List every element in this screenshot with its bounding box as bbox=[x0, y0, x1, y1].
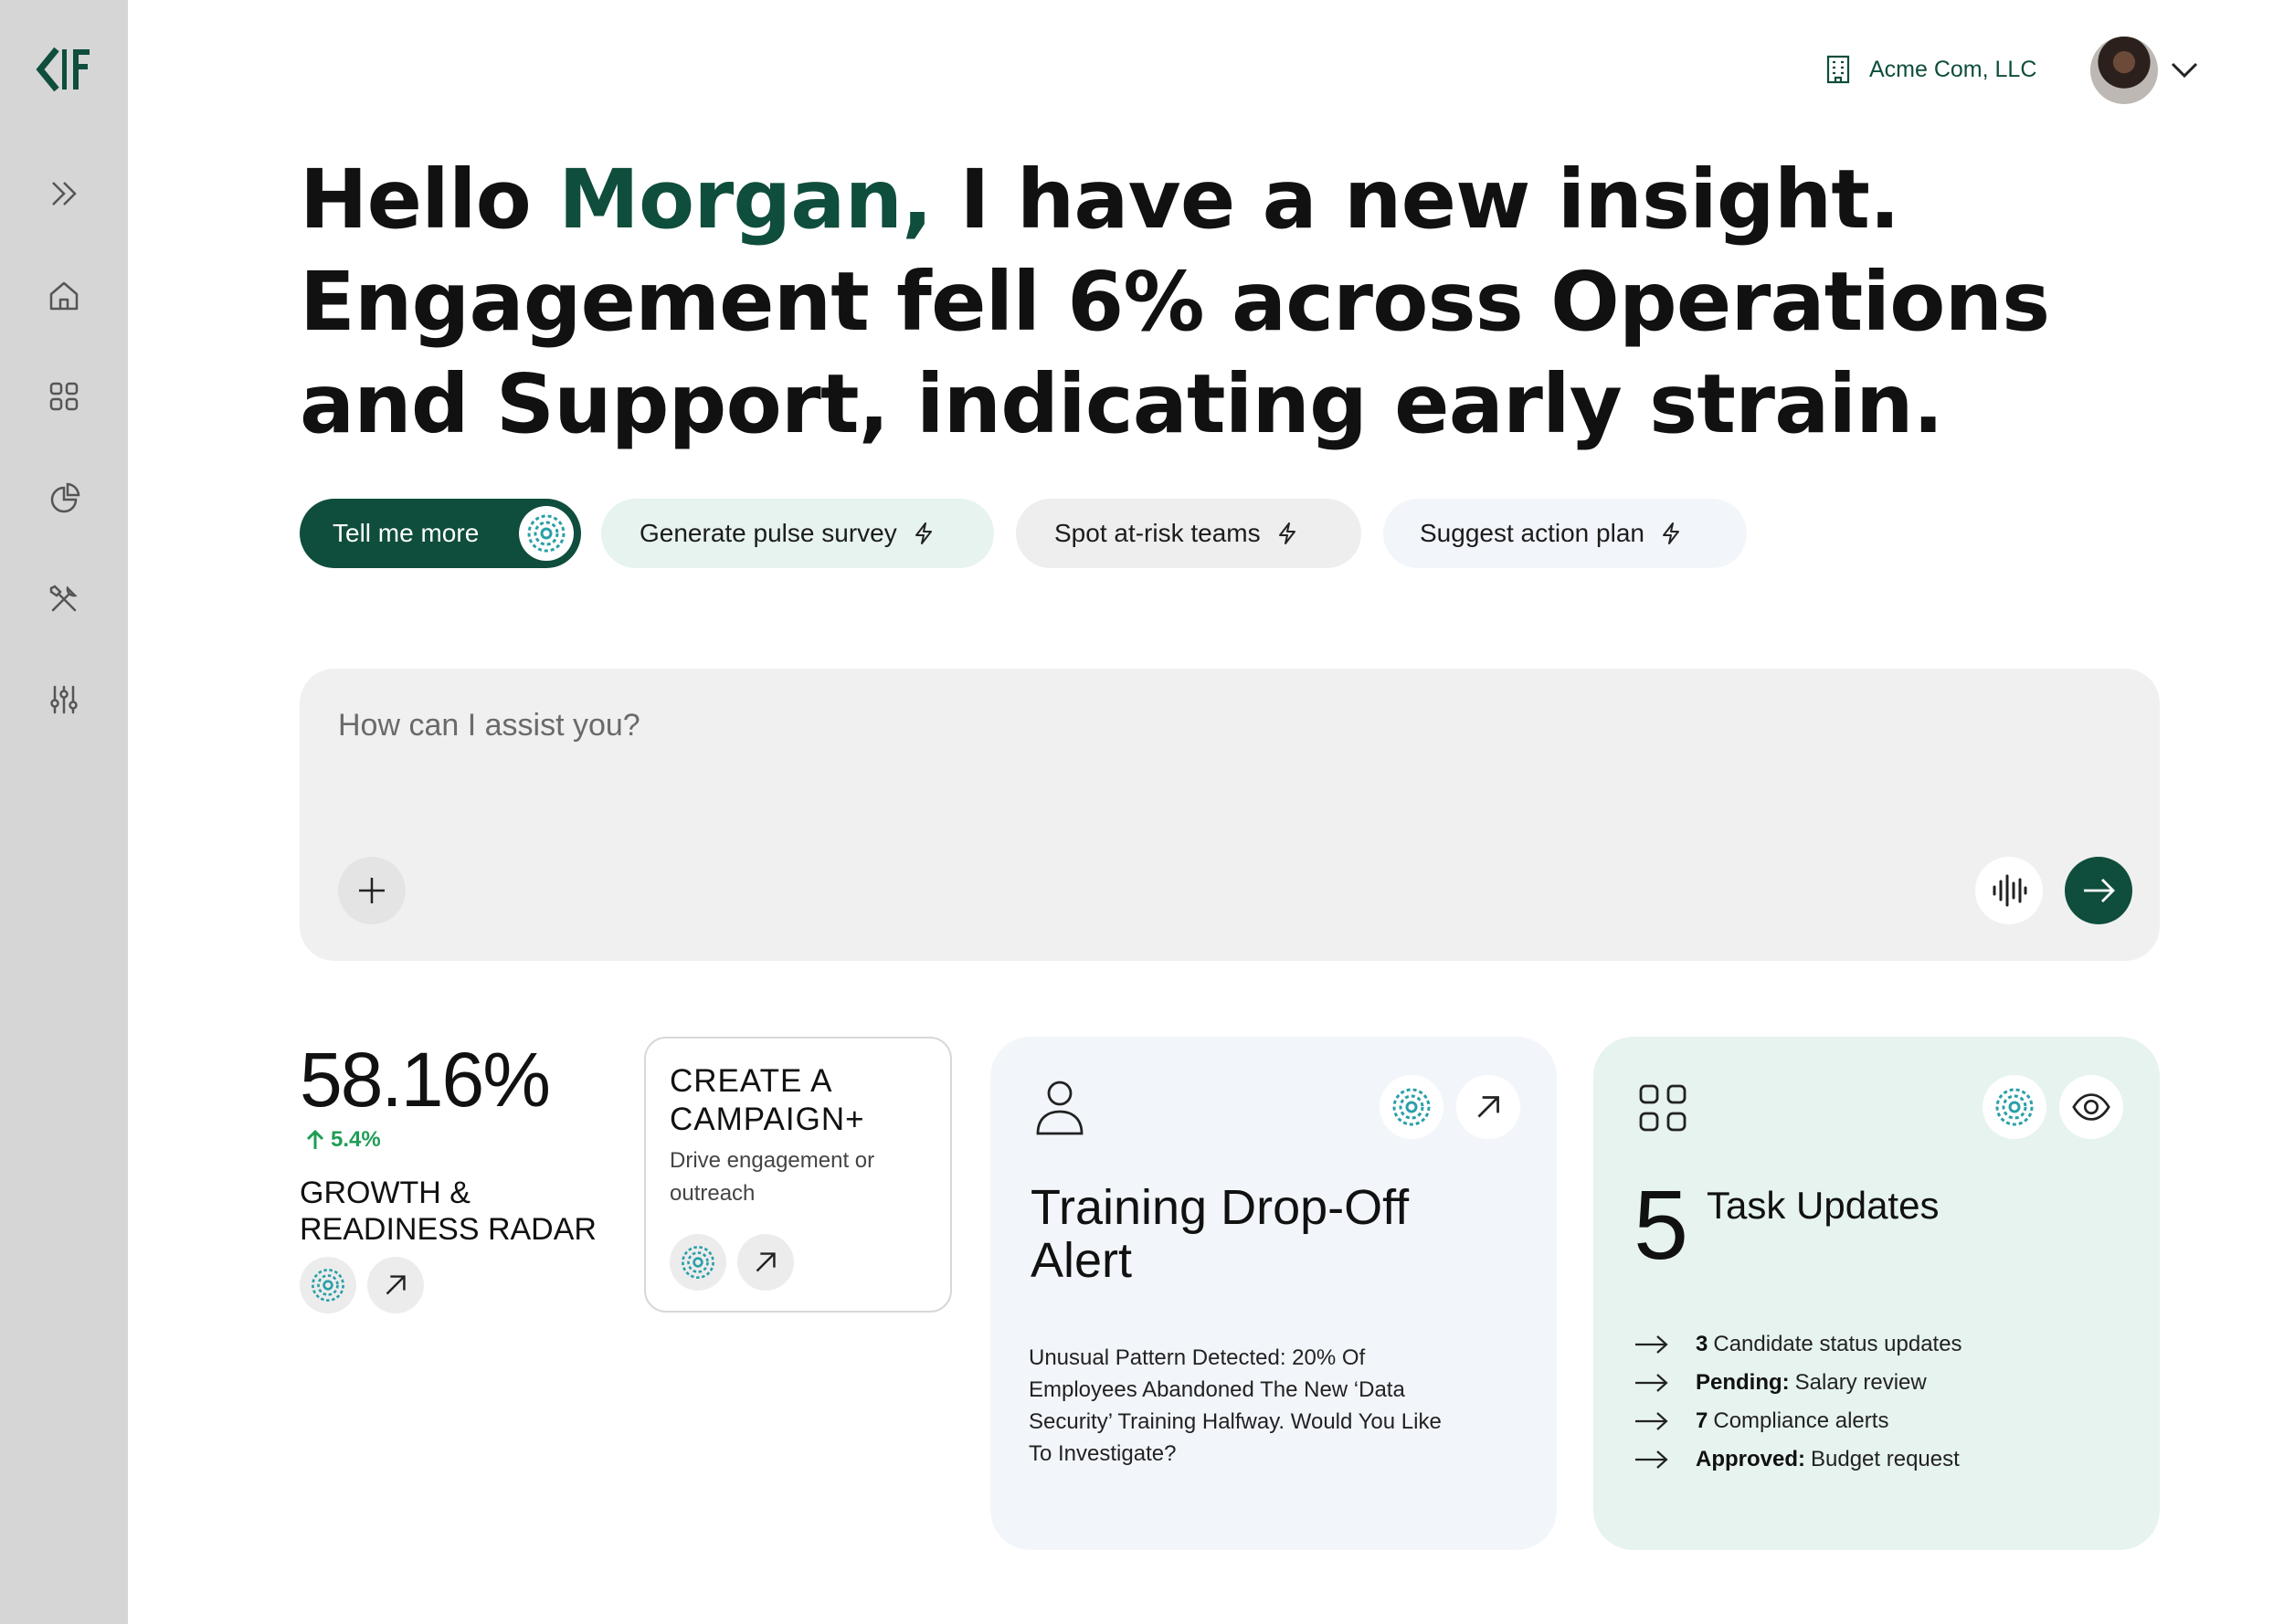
expand-icon[interactable] bbox=[40, 170, 88, 217]
arrow-right-icon bbox=[1635, 1374, 1668, 1392]
user-icon bbox=[1036, 1081, 1084, 1135]
avatar[interactable] bbox=[2090, 37, 2158, 104]
tell-me-more-label: Tell me more bbox=[333, 519, 480, 547]
bolt-icon bbox=[1662, 522, 1679, 544]
company-switcher[interactable]: Acme Com, LLC bbox=[1822, 51, 2036, 88]
campaign-description: Drive engagement or outreach bbox=[670, 1148, 875, 1206]
training-title: Training Drop-Off Alert bbox=[1031, 1180, 1410, 1288]
send-button[interactable] bbox=[2065, 857, 2132, 924]
arrow-right-icon bbox=[1635, 1335, 1668, 1354]
ai-orb-icon bbox=[682, 1246, 714, 1279]
campaign-ai-button[interactable] bbox=[670, 1234, 726, 1291]
voice-input-button[interactable] bbox=[1975, 857, 2043, 924]
growth-open-button[interactable] bbox=[367, 1257, 424, 1313]
ai-orb-icon bbox=[1392, 1088, 1431, 1126]
campaign-title: CREATE A CAMPAIGN+ bbox=[670, 1063, 865, 1137]
grid-icon bbox=[1639, 1084, 1687, 1132]
bolt-icon bbox=[1278, 522, 1295, 544]
company-name: Acme Com, LLC bbox=[1869, 56, 2037, 82]
task-updates-label: Task Updates bbox=[1707, 1184, 1940, 1227]
campaign-open-button[interactable] bbox=[737, 1234, 794, 1291]
task-item-text: Candidate status updates bbox=[1713, 1332, 1962, 1356]
pie-chart-icon[interactable] bbox=[40, 475, 88, 522]
assistant-input[interactable] bbox=[338, 698, 2074, 753]
create-campaign-card[interactable]: CREATE A CAMPAIGN+ Drive engagement or o… bbox=[644, 1037, 952, 1313]
growth-change-value: 5.4% bbox=[331, 1127, 381, 1152]
arrow-up-right-icon bbox=[386, 1275, 406, 1295]
sliders-icon[interactable] bbox=[40, 676, 88, 723]
ai-orb-icon bbox=[1995, 1088, 2034, 1126]
task-item[interactable]: Pending: Salary review bbox=[1634, 1364, 1962, 1402]
task-item[interactable]: 3 Candidate status updates bbox=[1634, 1325, 1962, 1364]
sidebar bbox=[0, 0, 128, 1624]
spot-at-risk-teams-button[interactable]: Spot at-risk teams bbox=[1016, 499, 1361, 568]
growth-value: 58.16% bbox=[300, 1037, 551, 1123]
tools-icon[interactable] bbox=[40, 575, 88, 623]
chevron-down-icon[interactable] bbox=[2167, 55, 2202, 86]
task-list: 3 Candidate status updates Pending: Salary… bbox=[1634, 1325, 1962, 1479]
arrow-right-icon bbox=[1635, 1412, 1668, 1430]
task-item[interactable]: Approved: Budget request bbox=[1634, 1440, 1962, 1479]
ai-orb-icon bbox=[312, 1269, 344, 1302]
growth-actions bbox=[300, 1257, 424, 1313]
growth-ai-button[interactable] bbox=[300, 1257, 356, 1313]
arrow-up-icon bbox=[306, 1129, 324, 1149]
logo-icon[interactable] bbox=[35, 46, 93, 93]
task-updates-card: 5 Task Updates 3 Candidate status updates… bbox=[1593, 1037, 2160, 1550]
arrow-up-right-icon bbox=[1477, 1096, 1499, 1118]
tasks-view-button[interactable] bbox=[2059, 1075, 2123, 1139]
ai-orb-icon bbox=[519, 506, 574, 561]
eye-icon bbox=[2072, 1093, 2110, 1121]
task-item-text: Salary review bbox=[1794, 1370, 1927, 1395]
arrow-right-icon bbox=[2084, 879, 2115, 902]
task-item-bold: 3 bbox=[1696, 1332, 1708, 1356]
suggest-action-plan-button[interactable]: Suggest action plan bbox=[1383, 499, 1747, 568]
generate-pulse-survey-label: Generate pulse survey bbox=[640, 519, 897, 547]
arrow-up-right-icon bbox=[756, 1252, 776, 1272]
task-item-bold: Pending: bbox=[1696, 1370, 1790, 1395]
assistant-box bbox=[300, 669, 2160, 961]
task-item-text: Budget request bbox=[1811, 1447, 1960, 1471]
task-item-bold: 7 bbox=[1696, 1408, 1708, 1433]
training-body: Unusual Pattern Detected: 20% Of Employe… bbox=[1029, 1345, 1442, 1466]
grid-icon[interactable] bbox=[40, 373, 88, 420]
tell-me-more-button[interactable]: Tell me more bbox=[300, 499, 581, 568]
task-item-bold: Approved: bbox=[1696, 1447, 1805, 1471]
building-icon bbox=[1826, 55, 1850, 84]
bolt-icon bbox=[915, 522, 932, 544]
headline-greeting: Hello bbox=[300, 152, 559, 247]
generate-pulse-survey-button[interactable]: Generate pulse survey bbox=[601, 499, 994, 568]
arrow-right-icon bbox=[1635, 1450, 1668, 1469]
spot-at-risk-teams-label: Spot at-risk teams bbox=[1054, 519, 1261, 547]
home-icon[interactable] bbox=[40, 272, 88, 320]
attach-button[interactable] bbox=[338, 857, 406, 924]
training-open-button[interactable] bbox=[1456, 1075, 1520, 1139]
suggest-action-plan-label: Suggest action plan bbox=[1420, 519, 1644, 547]
growth-label: GROWTH & READINESS RADAR bbox=[300, 1176, 597, 1247]
task-count: 5 bbox=[1634, 1169, 1689, 1280]
waveform-icon bbox=[1993, 874, 2027, 907]
training-ai-button[interactable] bbox=[1380, 1075, 1443, 1139]
tasks-ai-button[interactable] bbox=[1983, 1075, 2046, 1139]
insight-headline: Hello Morgan, I have a new insight. Enga… bbox=[300, 148, 2200, 455]
task-item-text: Compliance alerts bbox=[1713, 1408, 1889, 1433]
growth-change: 5.4% bbox=[305, 1127, 381, 1153]
training-alert-card: Training Drop-Off Alert Unusual Pattern … bbox=[990, 1037, 1557, 1550]
headline-name: Morgan, bbox=[558, 152, 933, 247]
plus-icon bbox=[359, 878, 385, 903]
task-item[interactable]: 7 Compliance alerts bbox=[1634, 1402, 1962, 1440]
